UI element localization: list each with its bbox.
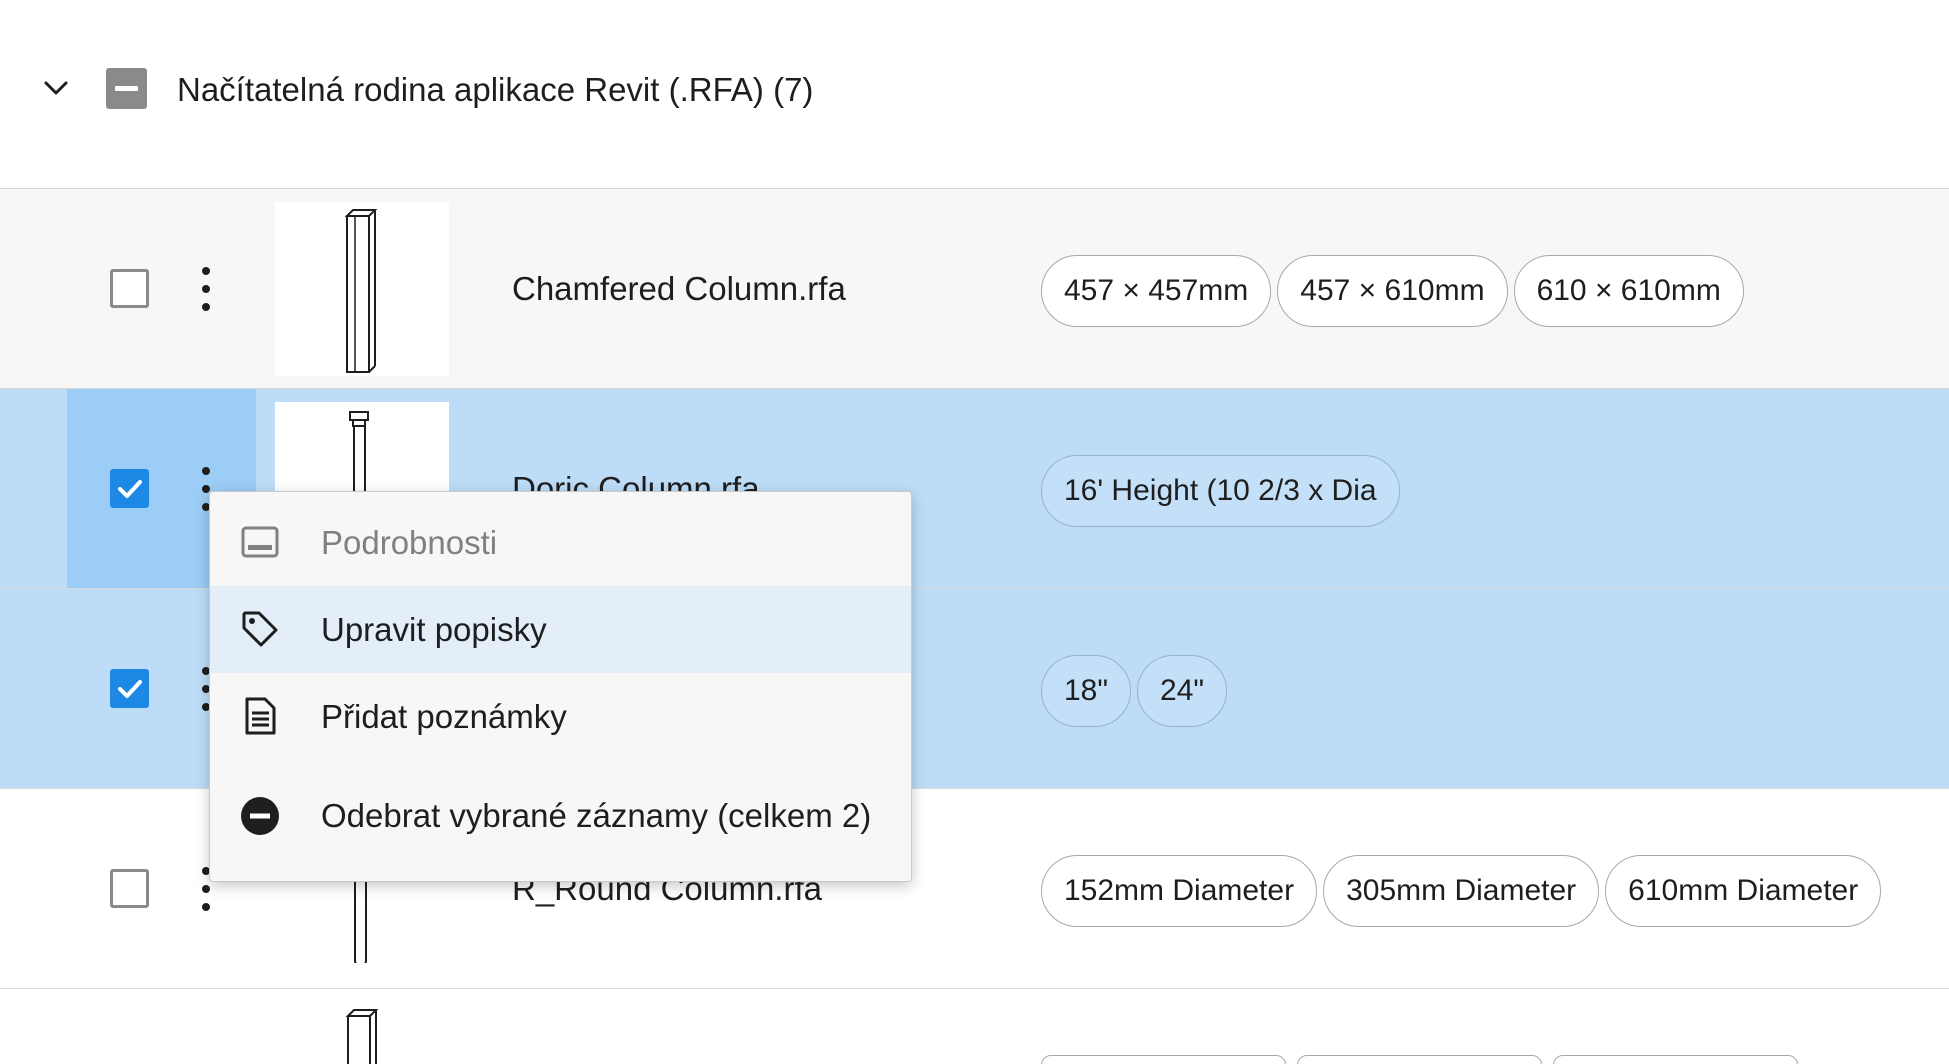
tag-chip[interactable] [1297,1055,1542,1064]
tag-chip[interactable]: 457 × 610mm [1277,255,1508,327]
checkmark-icon [118,680,142,698]
group-select-checkbox[interactable] [106,68,147,109]
tag-chip[interactable]: 610 × 610mm [1513,255,1744,327]
tag-icon [242,611,278,647]
menu-item-label: Přidat poznámky [321,698,567,735]
menu-item-label: Odebrat vybrané záznamy (celkem 2) [321,797,872,834]
group-title: Načítatelná rodina aplikace Revit (.RFA)… [177,71,814,108]
tag-chip[interactable] [1041,1055,1286,1064]
remove-circle-icon [241,797,279,835]
row-checkbox[interactable] [110,269,149,308]
asset-list-page: Načítatelná rodina aplikace Revit (.RFA)… [0,0,1949,1064]
menu-item-details[interactable]: Podrobnosti [210,499,911,586]
tag-chip[interactable]: 305mm Diameter [1323,855,1600,927]
tag-chip[interactable]: 457 × 457mm [1041,255,1272,327]
chevron-down-icon[interactable] [40,72,72,104]
menu-item-edit-labels[interactable]: Upravit popisky [210,586,911,673]
file-name[interactable]: Chamfered Column.rfa [512,267,846,311]
table-row[interactable] [0,988,1949,1064]
tag-list: 16' Height (10 2/3 x Dia [1041,455,1400,527]
group-header: Načítatelná rodina aplikace Revit (.RFA)… [0,0,1949,187]
tag-chip[interactable]: 152mm Diameter [1041,855,1318,927]
note-icon [245,697,276,735]
menu-item-remove-selected[interactable]: Odebrat vybrané záznamy (celkem 2) [210,760,911,868]
details-panel-icon [241,526,279,558]
menu-item-label: Podrobnosti [321,524,498,561]
row-checkbox[interactable] [110,869,149,908]
tag-chip[interactable]: 18" [1041,655,1132,727]
menu-item-label: Upravit popisky [321,611,547,648]
context-menu: Podrobnosti Upravit popisky Přidat pozná… [209,491,912,882]
thumbnail-chamfered-column [275,202,449,376]
tag-chip[interactable]: 16' Height (10 2/3 x Dia [1041,455,1400,527]
table-row[interactable]: Chamfered Column.rfa 457 × 457mm 457 × 6… [0,188,1949,388]
tag-chip[interactable]: 610mm Diameter [1605,855,1882,927]
tag-list: 152mm Diameter 305mm Diameter 610mm Diam… [1041,855,1882,927]
tag-chip[interactable] [1553,1055,1798,1064]
tag-list: 18" 24" [1041,655,1228,727]
menu-item-add-notes[interactable]: Přidat poznámky [210,673,911,760]
more-options-icon[interactable] [196,267,216,311]
tag-list: 457 × 457mm 457 × 610mm 610 × 610mm [1041,255,1744,327]
thumbnail-column [275,1002,449,1064]
checkmark-icon [118,480,142,498]
row-checkbox[interactable] [110,469,149,508]
tag-chip[interactable]: 24" [1137,655,1228,727]
row-checkbox[interactable] [110,669,149,708]
